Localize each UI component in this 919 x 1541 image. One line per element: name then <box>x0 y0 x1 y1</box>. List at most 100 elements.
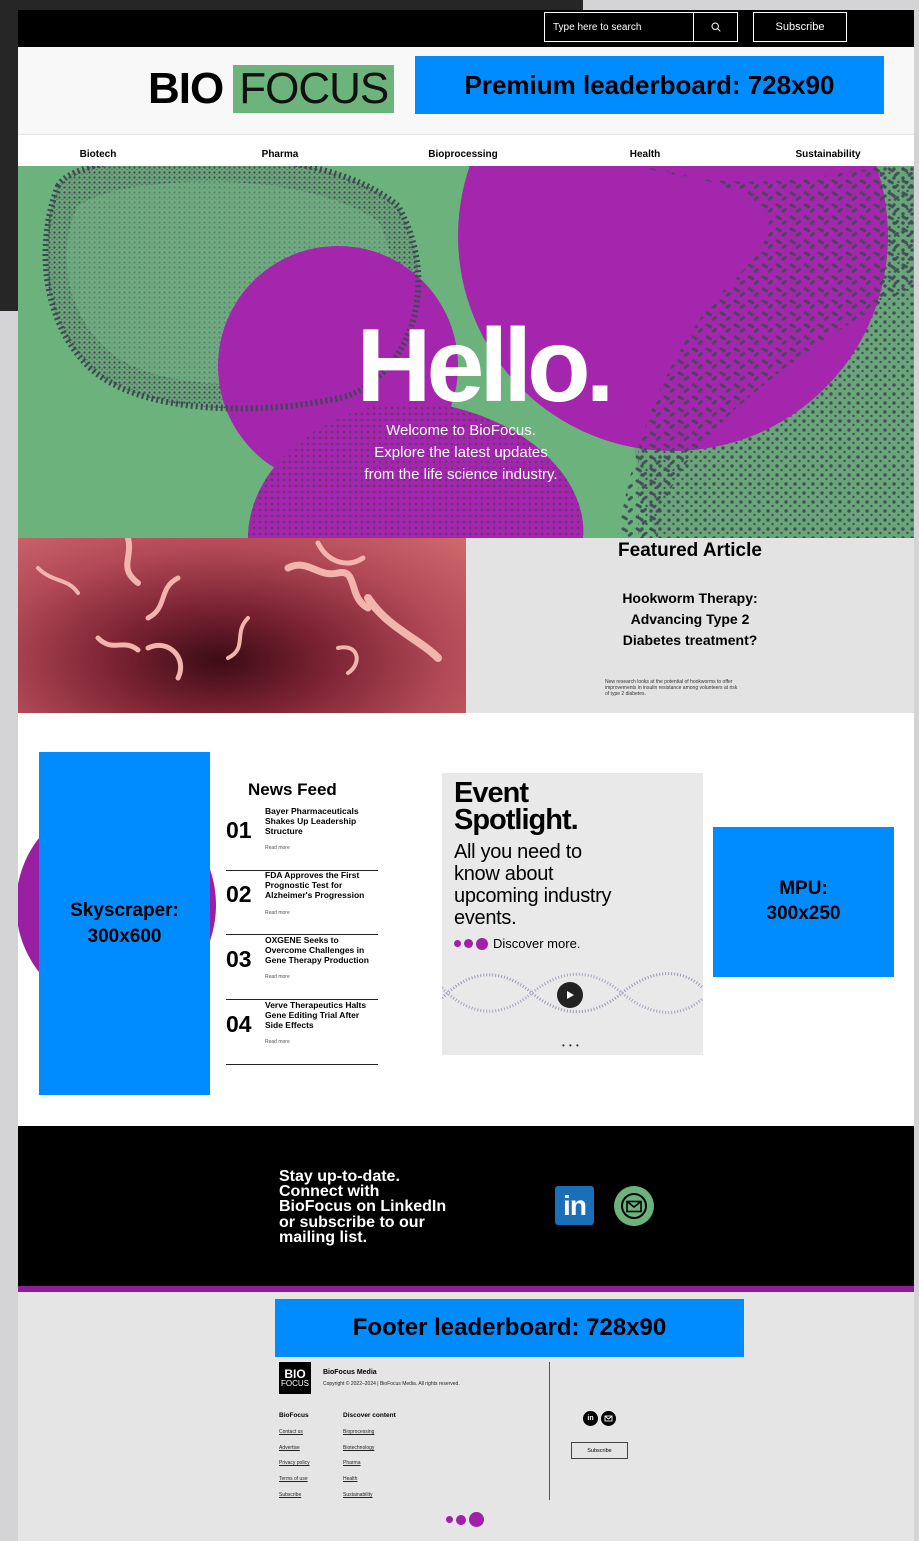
envelope-icon <box>604 1415 613 1422</box>
nav-item-bioprocessing[interactable]: Bioprocessing <box>428 149 497 160</box>
search-button[interactable] <box>694 13 737 41</box>
footer-logo-focus: FOCUS <box>281 1379 309 1388</box>
footer-subscribe-button[interactable]: Subscribe <box>571 1442 628 1459</box>
skyscraper-ad[interactable]: Skyscraper: 300x600 <box>39 752 210 1095</box>
dot-large-icon <box>476 937 488 950</box>
nav-item-sustainability[interactable]: Sustainability <box>795 149 860 160</box>
news-feed-title: News Feed <box>248 780 337 799</box>
footer-link-terms[interactable]: Terms of use <box>279 1476 308 1482</box>
featured-title-line-2[interactable]: Advancing Type 2 <box>466 611 914 627</box>
news-number: 01 <box>226 817 252 843</box>
website-page: Subscribe BIO FOCUS Premium leaderboard:… <box>18 10 914 1541</box>
dot-small-icon <box>454 940 461 947</box>
carousel-pager[interactable]: • • • <box>562 1041 580 1050</box>
footer-col1-title: BioFocus <box>279 1412 309 1419</box>
mpu-ad[interactable]: MPU: 300x250 <box>713 827 894 977</box>
footer-link-bioprocessing[interactable]: Bioprocessing <box>343 1429 374 1435</box>
hero-title: Hello. <box>356 308 614 424</box>
read-more-link[interactable]: Read more <box>265 974 290 980</box>
event-body-line-1: All you need to <box>454 841 582 863</box>
dot-large-icon <box>469 1512 484 1527</box>
footer-link-pharma[interactable]: Pharma <box>343 1460 361 1466</box>
play-icon <box>567 991 574 999</box>
footer-link-contact[interactable]: Contact us <box>279 1429 303 1435</box>
footer-col2-title: Discover content <box>343 1412 396 1419</box>
hookworm-illustration <box>36 538 442 681</box>
top-bar: Subscribe <box>18 10 914 47</box>
nav-item-health[interactable]: Health <box>630 149 661 160</box>
search-input[interactable] <box>545 13 694 41</box>
news-headline[interactable]: FDA Approves the First Prognostic Test f… <box>265 870 377 900</box>
footer-link-health[interactable]: Health <box>343 1476 357 1482</box>
footer-brand: BioFocus Media <box>323 1369 377 1376</box>
event-body-line-4: events. <box>454 907 517 929</box>
news-number: 03 <box>226 946 252 972</box>
footer-copyright: Copyright © 2022–2024 | BioFocus Media. … <box>323 1381 460 1387</box>
event-spotlight-card[interactable]: Event Spotlight. All you need to know ab… <box>442 773 703 1055</box>
footer-logo[interactable]: BIO FOCUS <box>279 1362 311 1394</box>
news-item[interactable]: 03 OXGENE Seeks to Overcome Challenges i… <box>226 935 378 1000</box>
event-body-line-2: know about <box>454 863 554 885</box>
mpu-ad-label-1: MPU: <box>779 878 828 900</box>
hero-banner: Hello. Welcome to BioFocus. Explore the … <box>18 166 914 538</box>
news-headline[interactable]: OXGENE Seeks to Overcome Challenges in G… <box>265 935 377 965</box>
read-more-link[interactable]: Read more <box>265 1039 290 1045</box>
news-item[interactable]: 01 Bayer Pharmaceuticals Shakes Up Leade… <box>226 806 378 871</box>
connect-text: Stay up-to-date. Connect with BioFocus o… <box>279 1168 479 1246</box>
footer-mail-icon[interactable] <box>601 1411 616 1426</box>
event-title-line-2: Spotlight. <box>454 804 579 836</box>
footer-link-sustainability[interactable]: Sustainability <box>343 1492 372 1498</box>
play-button[interactable] <box>557 982 583 1008</box>
featured-title-line-3[interactable]: Diabetes treatment? <box>466 632 914 648</box>
envelope-icon <box>621 1193 647 1219</box>
search-icon <box>710 22 721 32</box>
footer-dots-logo <box>446 1512 487 1527</box>
connect-line: Stay up-to-date. <box>279 1168 400 1185</box>
connect-line: BioFocus on LinkedIn <box>279 1198 447 1216</box>
dot-medium-icon <box>456 1514 466 1525</box>
featured-article-image[interactable] <box>18 538 466 713</box>
subscribe-button[interactable]: Subscribe <box>753 12 847 42</box>
nav-item-biotech[interactable]: Biotech <box>80 149 117 160</box>
read-more-link[interactable]: Read more <box>265 845 290 851</box>
news-number: 04 <box>226 1011 252 1037</box>
news-item[interactable]: 02 FDA Approves the First Prognostic Tes… <box>226 870 378 935</box>
logo-bio-text: BIO <box>148 64 224 113</box>
news-number: 02 <box>226 881 252 907</box>
footer-leaderboard-ad[interactable]: Footer leaderboard: 728x90 <box>275 1299 744 1357</box>
featured-article-panel[interactable]: Featured Article Hookworm Therapy: Advan… <box>466 538 914 713</box>
connect-line: mailing list. <box>279 1228 368 1246</box>
dot-small-icon <box>446 1516 453 1523</box>
footer-link-subscribe[interactable]: Subscribe <box>279 1492 301 1498</box>
hero-subtitle-line-3: from the life science industry. <box>364 466 558 483</box>
skyscraper-ad-label-1: Skyscraper: <box>70 899 179 921</box>
nav-item-pharma[interactable]: Pharma <box>262 149 299 160</box>
dot-medium-icon <box>464 939 473 948</box>
footer-link-privacy[interactable]: Privacy policy <box>279 1460 310 1466</box>
featured-title-line-1[interactable]: Hookworm Therapy: <box>466 590 914 606</box>
hero-subtitle-line-1: Welcome to BioFocus. <box>386 422 536 439</box>
discover-more-label: Discover more. <box>493 936 581 951</box>
news-headline[interactable]: Bayer Pharmaceuticals Shakes Up Leadersh… <box>265 806 377 836</box>
connect-line: Connect with <box>279 1183 380 1201</box>
logo-focus-text: FOCUS <box>233 65 395 113</box>
featured-description-line-3: of type 2 diabetes. <box>605 691 646 697</box>
skyscraper-ad-label-2: 300x600 <box>87 925 162 947</box>
premium-leaderboard-ad[interactable]: Premium leaderboard: 728x90 <box>415 56 884 114</box>
news-headline[interactable]: Verve Therapeutics Halts Gene Editing Tr… <box>265 1000 377 1030</box>
footer-link-advertise[interactable]: Advertise <box>279 1445 300 1451</box>
mpu-ad-label-2: 300x250 <box>766 903 841 924</box>
discover-more-link[interactable]: Discover more. <box>454 936 580 951</box>
footer-link-biotechnology[interactable]: Biotechnology <box>343 1445 374 1451</box>
news-item[interactable]: 04 Verve Therapeutics Halts Gene Editing… <box>226 1000 378 1065</box>
connect-line: or subscribe to our <box>279 1213 425 1231</box>
biofocus-logo[interactable]: BIO FOCUS <box>148 64 395 113</box>
linkedin-icon[interactable]: in <box>555 1186 594 1225</box>
search-box <box>544 12 738 42</box>
hero-subtitle-line-2: Explore the latest updates <box>374 444 548 461</box>
footer-divider <box>549 1362 550 1500</box>
mail-icon[interactable] <box>614 1186 654 1226</box>
read-more-link[interactable]: Read more <box>265 910 290 916</box>
site-footer: Footer leaderboard: 728x90 BIO FOCUS Bio… <box>18 1292 914 1541</box>
footer-linkedin-icon[interactable]: in <box>583 1411 598 1426</box>
